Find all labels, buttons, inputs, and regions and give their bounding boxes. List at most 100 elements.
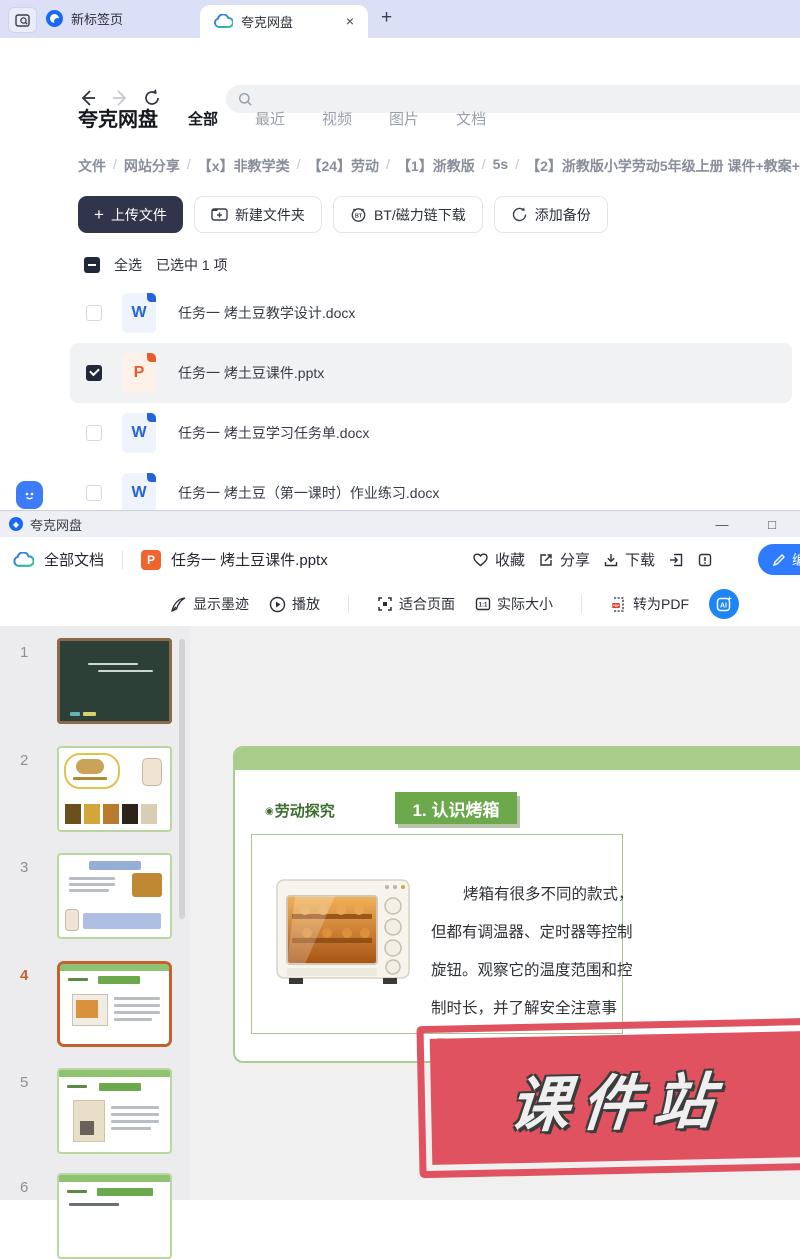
new-folder-button[interactable]: 新建文件夹 <box>194 196 322 233</box>
feedback-icon <box>697 552 713 568</box>
new-folder-label: 新建文件夹 <box>235 205 305 225</box>
potatoes-graphic <box>76 759 104 774</box>
oven-photo <box>275 872 411 990</box>
file-name[interactable]: 任务一 烤土豆教学设计.docx <box>178 303 355 323</box>
bt-download-button[interactable]: BT BT/磁力链下载 <box>333 196 483 233</box>
slide-thumbnail-6[interactable]: 6 <box>0 1173 190 1259</box>
viewer-title-bar[interactable]: ◆ 夸克网盘 <box>0 511 800 537</box>
oven-graphic <box>275 872 411 990</box>
new-tab-button[interactable]: + <box>381 7 392 29</box>
edit-button[interactable]: 编辑 <box>758 544 800 575</box>
slide-thumbnail-3[interactable]: 3 <box>0 853 190 939</box>
fit-page-button[interactable]: 适合页面 <box>377 594 455 614</box>
favorite-button[interactable]: 收藏 <box>472 549 525 570</box>
viewer-file-name: 任务一 烤土豆课件.pptx <box>171 549 328 570</box>
breadcrumb-item[interactable]: 【24】劳动 <box>307 156 379 176</box>
tab-search-button[interactable] <box>8 7 37 33</box>
row-checkbox[interactable] <box>86 485 102 501</box>
breadcrumb-item[interactable]: 【1】浙教版 <box>397 156 475 176</box>
tab-image[interactable]: 图片 <box>389 108 419 129</box>
add-backup-button[interactable]: 添加备份 <box>494 196 608 233</box>
play-icon <box>269 596 286 613</box>
tab-new-page[interactable]: 新标签页 <box>46 9 123 28</box>
thumb-canvas[interactable] <box>57 961 172 1047</box>
all-docs-link[interactable]: 全部文档 <box>44 549 104 570</box>
assistant-floating-button[interactable] <box>16 481 43 509</box>
actual-size-icon: 1:1 <box>475 596 491 612</box>
selected-count: 1 <box>202 257 210 273</box>
tab-video[interactable]: 视频 <box>322 108 352 129</box>
slide-canvas[interactable]: ◉劳动探究 1. 认识烤箱 <box>233 746 800 1063</box>
tab-recent[interactable]: 最近 <box>255 108 285 129</box>
upload-file-button[interactable]: + 上传文件 <box>78 196 183 233</box>
quark-netdisk-logo-icon <box>214 14 233 29</box>
body-line: 旋钮。观察它的温度范围和控 <box>431 952 641 990</box>
row-checkbox[interactable] <box>86 305 102 321</box>
tab-doc[interactable]: 文档 <box>456 108 486 129</box>
show-ink-label: 显示墨迹 <box>193 594 249 614</box>
maximize-button[interactable]: □ <box>752 511 792 537</box>
tab-all[interactable]: 全部 <box>188 108 218 129</box>
pdf-icon: PDF <box>610 596 627 613</box>
play-button[interactable]: 播放 <box>269 594 320 614</box>
actual-size-button[interactable]: 1:1 实际大小 <box>475 594 553 614</box>
breadcrumb-item[interactable]: 文件 <box>78 156 106 176</box>
row-checkbox-checked[interactable] <box>86 365 102 381</box>
file-row[interactable]: W 任务一 烤土豆教学设计.docx <box>0 283 800 343</box>
row-checkbox[interactable] <box>86 425 102 441</box>
select-all-checkbox[interactable] <box>84 257 100 273</box>
thumb-canvas[interactable] <box>57 746 172 832</box>
show-ink-button[interactable]: 显示墨迹 <box>170 594 249 614</box>
download-button[interactable]: 下载 <box>603 549 655 570</box>
file-row[interactable]: W 任务一 烤土豆学习任务单.docx <box>0 403 800 463</box>
file-name[interactable]: 任务一 烤土豆课件.pptx <box>178 363 324 383</box>
slide-thumbnail-1[interactable]: 1 <box>0 638 190 724</box>
plus-icon: + <box>94 205 104 225</box>
thumb-canvas[interactable] <box>57 1173 172 1259</box>
food-photos-row <box>65 804 157 824</box>
share-button[interactable]: 分享 <box>538 549 590 570</box>
breadcrumb: 文件/ 网站分享/ 【x】非教学类/ 【24】劳动/ 【1】浙教版/ 5s/ 【… <box>78 156 800 176</box>
ai-assistant-button[interactable]: AI <box>709 589 739 619</box>
thumb-canvas[interactable] <box>57 853 172 939</box>
text-line-bar <box>111 1127 151 1130</box>
text-line-bar <box>114 1011 160 1014</box>
file-name[interactable]: 任务一 烤土豆学习任务单.docx <box>178 423 369 443</box>
thumb-canvas[interactable] <box>57 638 172 724</box>
action-buttons: + 上传文件 新建文件夹 BT BT/磁力链下载 添加备份 <box>78 196 608 233</box>
breadcrumb-item[interactable]: 【x】非教学类 <box>198 156 290 176</box>
download-label: 下载 <box>625 549 655 570</box>
download-icon <box>603 552 619 568</box>
file-name[interactable]: 任务一 烤土豆（第一课时）作业练习.docx <box>178 483 439 503</box>
svg-text:AI: AI <box>720 603 727 610</box>
select-all-label[interactable]: 全选 <box>114 255 142 275</box>
save-to-button[interactable] <box>668 552 684 568</box>
fit-page-icon <box>377 596 393 612</box>
to-pdf-button[interactable]: PDF 转为PDF <box>610 594 689 614</box>
file-row-selected[interactable]: P 任务一 烤土豆课件.pptx <box>70 343 792 403</box>
toolbar-right-group: 收藏 分享 下载 <box>472 537 713 582</box>
text-line-bar <box>111 1106 159 1109</box>
breadcrumb-item-current[interactable]: 【2】浙教版小学劳动5年级上册 课件+教案+ <box>526 156 800 176</box>
slide-thumbnail-4-selected[interactable]: 4 <box>0 961 190 1049</box>
thumb-number: 1 <box>20 644 28 661</box>
browser-tab-strip: 新标签页 夸克网盘 × + <box>0 0 800 38</box>
green-strip <box>59 1070 170 1077</box>
pencil-icon <box>772 553 786 567</box>
breadcrumb-item[interactable]: 5s <box>493 156 509 176</box>
tab-close-icon[interactable]: × <box>346 13 354 29</box>
thumb-canvas[interactable] <box>57 1068 172 1154</box>
tab-label: 新标签页 <box>71 9 123 28</box>
text-line-bar <box>111 1113 159 1116</box>
thumb-number: 6 <box>20 1179 28 1196</box>
feedback-button[interactable] <box>697 552 713 568</box>
minimize-button[interactable]: — <box>702 511 742 537</box>
breadcrumb-item[interactable]: 网站分享 <box>124 156 180 176</box>
slide-thumbnail-2[interactable]: 2 <box>0 746 190 832</box>
tab-quark-netdisk[interactable]: 夸克网盘 × <box>200 5 368 38</box>
ink-pen-icon <box>170 596 187 613</box>
watermark-stamp: 课件站 <box>416 1018 800 1178</box>
divider <box>581 595 582 613</box>
play-label: 播放 <box>292 594 320 614</box>
slide-thumbnail-5[interactable]: 5 <box>0 1068 190 1154</box>
